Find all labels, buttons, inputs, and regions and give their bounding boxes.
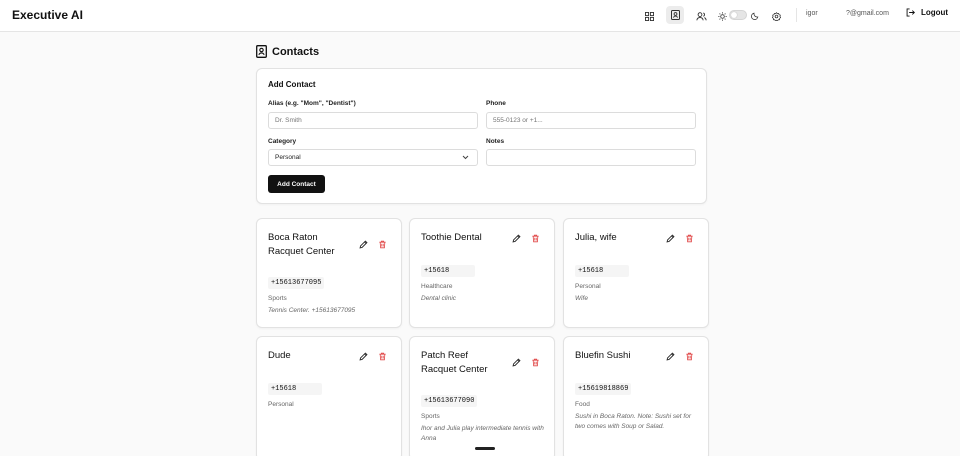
delete-trash-icon[interactable] [378,352,387,361]
contact-card: Patch Reef Racquet Center +15613677090 S… [409,336,555,456]
brand-logo[interactable]: Executive AI [12,8,83,22]
top-header: Executive AI igor ?@gmail.com Logout [0,0,960,32]
edit-pencil-icon[interactable] [666,352,675,361]
contact-name: Boca Raton Racquet Center [268,232,335,257]
contact-category: Food [575,401,590,408]
contact-notes: Ihor and Julia play intermediate tennis … [421,425,544,442]
logout-button[interactable]: Logout [906,8,948,17]
edit-pencil-icon[interactable] [666,234,675,243]
contact-card: Toothie Dental +15618 Healthcare Dental … [409,218,555,328]
contact-name: Julia, wife [575,232,617,243]
contact-phone: +15613677090 [421,395,478,407]
users-icon[interactable] [693,8,709,24]
add-contact-button[interactable]: Add Contact [268,175,325,193]
contact-notes: Sushi in Boca Raton. Note: Sushi set for… [575,413,691,430]
contacts-book-icon [256,45,267,58]
logout-icon [906,8,915,17]
edit-pencil-icon[interactable] [359,240,368,249]
delete-trash-icon[interactable] [685,352,694,361]
contact-card: Bluefin Sushi +15619818869 Food Sushi in… [563,336,709,456]
contact-card: Julia, wife +15618 Personal Wife [563,218,709,328]
category-select[interactable]: Personal [268,149,478,166]
contact-name: Toothie Dental [421,232,482,243]
user-email: ?@gmail.com [846,10,889,17]
moon-icon [747,8,763,24]
category-label: Category [268,138,297,145]
card-actions [666,234,694,243]
category-selected-value: Personal [275,154,301,161]
contact-phone: +15618 [421,265,476,277]
contact-card: Boca Raton Racquet Center +15613677095 S… [256,218,402,328]
dashboard-grid-icon[interactable] [641,8,657,24]
contacts-book-icon[interactable] [666,6,684,24]
card-actions [359,352,387,361]
edit-pencil-icon[interactable] [512,358,521,367]
page-title: Contacts [256,45,319,58]
contact-notes: Tennis Center. +15613677095 [268,307,356,314]
scroll-indicator [475,447,495,450]
sun-icon [714,8,730,24]
header-divider [796,8,797,22]
card-actions [512,358,540,367]
chevron-down-icon [462,155,469,160]
logout-label: Logout [921,8,949,17]
alias-label: Alias (e.g. "Mom", "Dentist") [268,100,356,107]
contact-name: Bluefin Sushi [575,350,631,361]
contact-phone: +15618 [268,383,323,395]
contact-phone: +15618 [575,265,630,277]
card-actions [512,234,540,243]
edit-pencil-icon[interactable] [512,234,521,243]
contact-category: Personal [268,401,294,408]
alias-input[interactable] [268,112,478,129]
add-contact-panel: Add Contact Alias (e.g. "Mom", "Dentist"… [256,68,707,204]
card-actions [359,240,387,249]
contact-category: Sports [268,295,287,302]
card-actions [666,352,694,361]
contact-phone: +15619818869 [575,383,632,395]
contact-notes: Wife [575,295,588,302]
delete-trash-icon[interactable] [531,358,540,367]
contact-category: Personal [575,283,601,290]
contact-category: Healthcare [421,283,453,290]
notes-label: Notes [486,138,505,145]
delete-trash-icon[interactable] [378,240,387,249]
delete-trash-icon[interactable] [531,234,540,243]
delete-trash-icon[interactable] [685,234,694,243]
notes-input[interactable] [486,149,696,166]
theme-toggle[interactable] [729,10,747,20]
contact-name: Dude [268,350,291,361]
contact-name: Patch Reef Racquet Center [421,350,488,375]
contact-notes: Dental clinic [421,295,457,302]
edit-pencil-icon[interactable] [359,352,368,361]
page-title-text: Contacts [272,45,320,58]
form-title: Add Contact [268,80,316,89]
settings-gear-icon[interactable] [768,8,784,24]
phone-label: Phone [486,100,506,107]
contact-card: Dude +15618 Personal [256,336,402,456]
user-name: igor [806,10,818,17]
contact-phone: +15613677095 [268,277,325,289]
contact-category: Sports [421,413,440,420]
phone-input[interactable] [486,112,696,129]
